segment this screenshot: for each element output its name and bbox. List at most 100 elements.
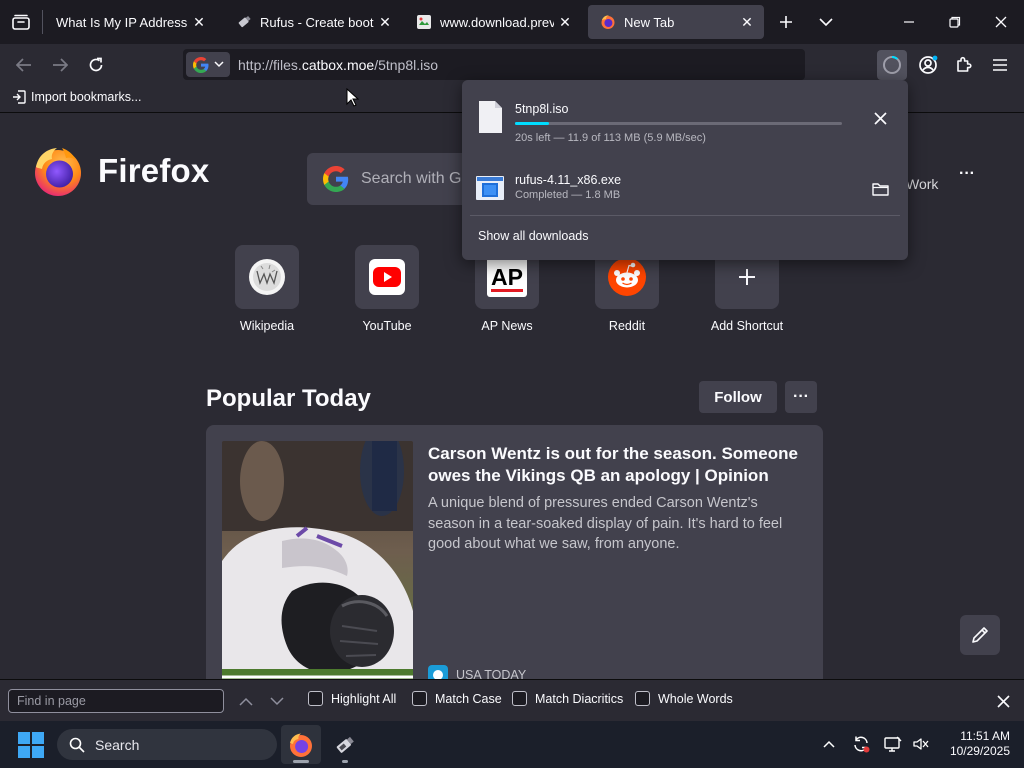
plus-icon xyxy=(780,16,792,28)
match-case-checkbox[interactable]: Match Case xyxy=(412,691,502,706)
puzzle-icon xyxy=(957,56,972,72)
chevron-down-icon xyxy=(270,696,284,705)
hamburger-menu-icon xyxy=(993,59,1007,71)
usb-drive-icon xyxy=(236,14,252,30)
tab-ip-address[interactable]: What Is My IP Address - See ✕ xyxy=(44,5,216,39)
sync-tray-icon[interactable] xyxy=(850,733,872,755)
download-item[interactable]: 5tnp8l.iso 20s left — 11.9 of 113 MB (5.… xyxy=(462,92,908,144)
download-status: 20s left — 11.9 of 113 MB (5.9 MB/sec) xyxy=(515,132,706,144)
story-card[interactable]: Carson Wentz is out for the season. Some… xyxy=(206,425,823,679)
open-folder-button[interactable] xyxy=(865,175,895,203)
restore-button[interactable] xyxy=(932,0,978,44)
checkbox-label: Match Diacritics xyxy=(535,691,624,706)
account-button[interactable] xyxy=(913,50,943,80)
usb-drive-icon xyxy=(336,736,354,753)
minimize-button[interactable] xyxy=(886,0,932,44)
downloads-button[interactable] xyxy=(877,50,907,80)
customize-button[interactable] xyxy=(960,615,1000,655)
reload-button[interactable] xyxy=(81,50,111,80)
download-filename: rufus-4.11_x86.exe xyxy=(515,173,622,187)
checkbox-box[interactable] xyxy=(635,691,650,706)
taskbar-clock[interactable]: 11:51 AM 10/29/2025 xyxy=(940,729,1010,759)
close-tab-icon[interactable]: ✕ xyxy=(554,11,576,33)
folder-icon xyxy=(871,183,889,196)
import-bookmarks-button[interactable]: Import bookmarks... xyxy=(12,90,141,104)
sync-icon xyxy=(854,736,870,753)
account-icon xyxy=(919,55,938,74)
whole-words-checkbox[interactable]: Whole Words xyxy=(635,691,733,706)
downloads-divider xyxy=(470,215,900,216)
taskbar-firefox[interactable] xyxy=(281,725,321,764)
taskbar-rufus[interactable] xyxy=(325,725,365,764)
checkbox-box[interactable] xyxy=(512,691,527,706)
checkbox-box[interactable] xyxy=(308,691,323,706)
story-source: USA TODAY xyxy=(428,665,526,679)
download-item[interactable]: rufus-4.11_x86.exe Completed — 1.8 MB xyxy=(462,163,908,215)
close-tab-icon[interactable]: ✕ xyxy=(374,11,396,33)
tab-rufus[interactable]: Rufus - Create bootable ✕ xyxy=(224,5,402,39)
find-next-button[interactable] xyxy=(266,690,288,712)
tab-download-previous[interactable]: www.download.previous ✕ xyxy=(404,5,582,39)
newtab-menu-button[interactable]: ··· xyxy=(952,161,982,187)
list-all-tabs-button[interactable] xyxy=(804,0,848,44)
close-icon xyxy=(873,111,887,125)
match-diacritics-checkbox[interactable]: Match Diacritics xyxy=(512,691,623,706)
monitor-network-icon xyxy=(884,736,902,752)
search-engine-selector[interactable] xyxy=(186,52,230,77)
section-title: Popular Today xyxy=(206,385,371,412)
checkbox-label: Whole Words xyxy=(658,691,733,706)
firefox-wordmark: Firefox xyxy=(98,152,210,189)
shortcut-tile xyxy=(355,245,419,309)
restore-icon xyxy=(949,16,961,28)
tab-list-icon xyxy=(12,14,30,30)
find-input[interactable] xyxy=(8,689,224,713)
shortcut-label: YouTube xyxy=(362,319,412,333)
find-previous-button[interactable] xyxy=(235,690,257,712)
import-bookmarks-label: Import bookmarks... xyxy=(31,90,142,104)
highlight-all-checkbox[interactable]: Highlight All xyxy=(308,691,396,706)
show-hidden-icons-button[interactable] xyxy=(818,733,840,755)
address-bar[interactable]: http://files.catbox.moe/5tnp8l.iso xyxy=(183,49,805,80)
story-headline[interactable]: Carson Wentz is out for the season. Some… xyxy=(428,443,798,487)
shortcut-youtube[interactable]: YouTube xyxy=(332,245,442,333)
plus-icon xyxy=(739,269,755,285)
shortcut-label: Wikipedia xyxy=(239,319,295,333)
windows-start-icon[interactable] xyxy=(18,732,44,758)
volume-tray-icon[interactable] xyxy=(910,733,932,755)
section-more-button[interactable]: ··· xyxy=(785,381,817,413)
chevron-down-icon xyxy=(213,61,224,68)
google-icon xyxy=(192,56,208,73)
taskbar-search[interactable]: Search xyxy=(57,729,277,760)
file-icon xyxy=(479,101,502,133)
tab-divider xyxy=(42,10,43,34)
back-arrow-icon xyxy=(16,58,31,72)
tab-overview-button[interactable] xyxy=(6,6,36,38)
close-window-button[interactable] xyxy=(978,0,1024,44)
extensions-button[interactable] xyxy=(949,50,979,80)
shortcut-label: Add Shortcut xyxy=(710,319,784,333)
checkbox-box[interactable] xyxy=(412,691,427,706)
tab-new-tab[interactable]: New Tab ✕ xyxy=(588,5,764,39)
url-text[interactable]: http://files.catbox.moe/5tnp8l.iso xyxy=(238,57,438,73)
forward-button[interactable] xyxy=(45,50,75,80)
shortcut-label: AP News xyxy=(481,319,533,333)
tab-title: Rufus - Create bootable xyxy=(260,14,374,30)
new-tab-button[interactable] xyxy=(764,0,808,44)
running-indicator xyxy=(293,760,309,763)
back-button[interactable] xyxy=(9,50,39,80)
app-menu-button[interactable] xyxy=(985,50,1015,80)
checkbox-label: Match Case xyxy=(435,691,502,706)
work-label[interactable]: Work xyxy=(906,176,938,192)
download-progress-fill xyxy=(515,122,550,125)
show-all-downloads-link[interactable]: Show all downloads xyxy=(478,229,589,243)
close-tab-icon[interactable]: ✕ xyxy=(188,11,210,33)
close-tab-icon[interactable]: ✕ xyxy=(736,11,758,33)
cancel-download-button[interactable] xyxy=(865,104,895,132)
shortcut-wikipedia[interactable]: Wikipedia xyxy=(212,245,322,333)
close-find-bar-button[interactable] xyxy=(990,690,1016,712)
download-filename: 5tnp8l.iso xyxy=(515,102,569,116)
ap-news-icon: AP xyxy=(487,257,527,297)
firefox-icon xyxy=(600,14,616,30)
follow-button[interactable]: Follow xyxy=(699,381,777,413)
network-tray-icon[interactable] xyxy=(882,733,904,755)
